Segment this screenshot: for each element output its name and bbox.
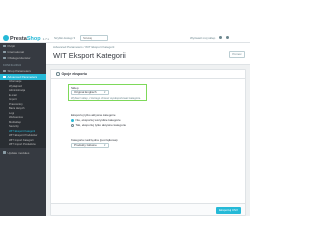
radio-selected-icon: [71, 118, 74, 122]
notifications-icon[interactable]: [219, 36, 223, 39]
page-title: WIT Eksport Kategorii: [53, 51, 126, 60]
shop-help-text: Wybierz sklep, z którego chcesz wyekspor…: [71, 97, 142, 100]
top-right-links: Wyświetl mój sklep: [190, 36, 229, 40]
app-window: PrestaShop1.7.x Szybki dostęp ▾ Wyświetl…: [0, 33, 250, 216]
logo-text-presta: Presta: [10, 36, 27, 42]
breadcrumb[interactable]: Advanced Parameters / WIT Eksport Katego…: [53, 45, 114, 49]
sidebar-item-label: International: [7, 50, 25, 54]
view-store-link[interactable]: Wyświetl mój sklep: [190, 36, 215, 40]
version-label: 1.7.x: [42, 37, 50, 41]
chevron-down-icon: ▼: [103, 91, 106, 94]
radio-export-all[interactable]: Nie, eksportuj wszystkie kategorie: [71, 118, 121, 122]
sidebar-item-label: Update modules: [7, 150, 30, 155]
shop-select[interactable]: Original Englisch ▼: [71, 90, 109, 95]
sidebar: Pulpit International Obsługa klientów Ko…: [0, 43, 46, 216]
root-category-value: Produkty Główne: [74, 143, 97, 147]
user-avatar-icon[interactable]: [226, 36, 229, 39]
sidebar-item-label: Pulpit: [7, 44, 16, 48]
panel-heading-text: Opcje eksportu: [61, 72, 87, 76]
prestashop-logo-icon: [3, 35, 9, 41]
active-only-label: Eksportuj tylko aktywne kategorie: [71, 113, 116, 117]
sidebar-item-label: Obsługa klientów: [7, 56, 31, 60]
sidebar-item-label: Advanced Parameters: [7, 75, 38, 79]
refresh-icon: [3, 151, 6, 154]
chat-icon: [3, 56, 6, 59]
page-header: Advanced Parameters / WIT Eksport Katego…: [46, 43, 250, 65]
shop-select-value: Original Englisch: [74, 90, 97, 94]
prestashop-logo[interactable]: PrestaShop 1.7.x: [3, 35, 49, 42]
quick-access-dropdown[interactable]: Szybki dostęp ▾: [54, 36, 75, 40]
gear-icon: [56, 72, 60, 76]
search-input[interactable]: [80, 35, 108, 41]
radio-unselected-icon: [71, 123, 74, 127]
sidebar-item-label: Shop Parameters: [7, 69, 31, 73]
panel-heading: Opcje eksportu: [51, 70, 245, 79]
panel-footer: Eksportuj CSV: [51, 203, 245, 215]
chevron-down-icon: ▼: [103, 144, 106, 147]
root-category-select[interactable]: Produkty Główne ▼: [71, 143, 109, 148]
sidebar-section-heading: Konfiguruj: [3, 63, 22, 67]
logo-text-shop: Shop: [26, 36, 41, 42]
sidebar-item-update-modules[interactable]: Update modules: [0, 150, 46, 156]
advanced-settings-icon: [3, 75, 6, 78]
export-options-panel: Opcje eksportu Sklep Original Englisch ▼ …: [50, 69, 246, 216]
radio-label: Tak, eksportuj tylko aktywne kategorie: [75, 123, 127, 127]
settings-icon: [3, 69, 6, 72]
export-csv-button[interactable]: Eksportuj CSV: [216, 207, 241, 214]
top-bar: PrestaShop1.7.x Szybki dostęp ▾ Wyświetl…: [0, 33, 250, 43]
globe-icon: [3, 50, 6, 53]
sidebar-subitem[interactable]: WIT Import Produktów: [0, 143, 46, 148]
help-button[interactable]: Pomoc: [229, 51, 245, 58]
radio-label: Nie, eksportuj wszystkie kategorie: [75, 118, 121, 122]
dashboard-icon: [3, 44, 6, 47]
root-category-label: Kategoria nadrzędna (początkowa): [71, 138, 118, 142]
radio-export-active[interactable]: Tak, eksportuj tylko aktywne kategorie: [71, 123, 126, 127]
